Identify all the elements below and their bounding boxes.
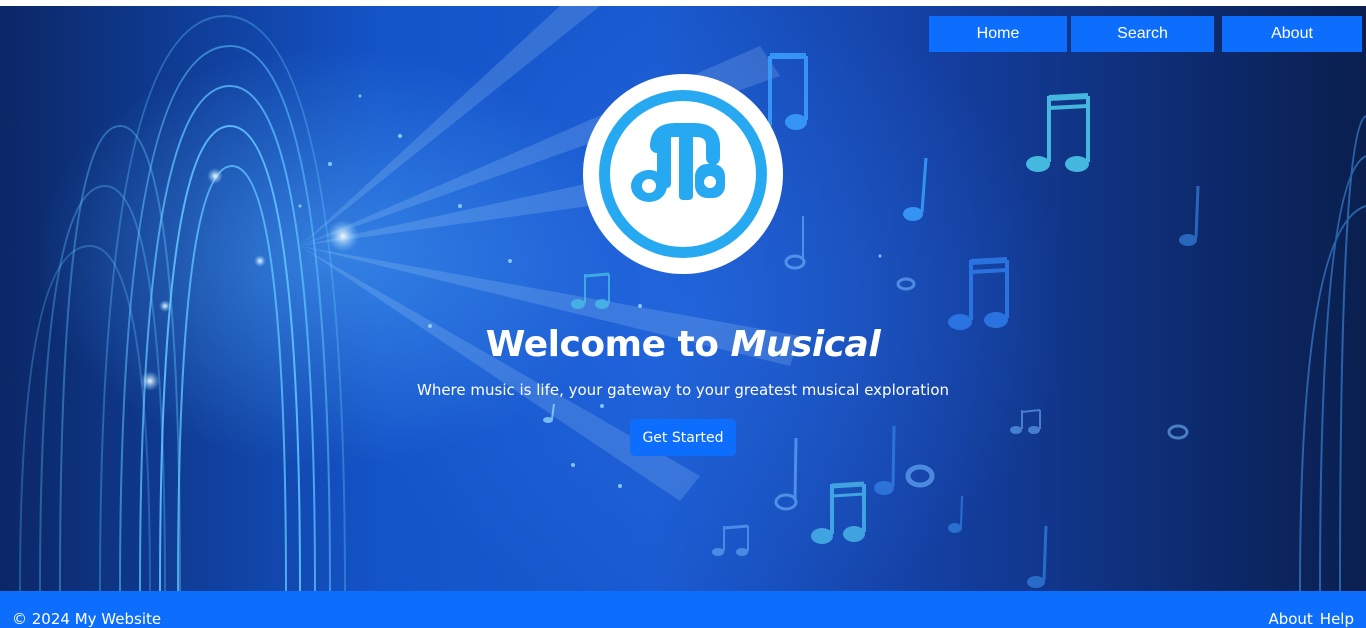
hero-subtitle: Where music is life, your gateway to you… — [416, 381, 950, 399]
page-title: Welcome to Musical — [0, 324, 1366, 365]
footer-help-link[interactable]: Help — [1320, 610, 1354, 628]
nav-about-button[interactable]: About — [1222, 16, 1362, 52]
nav-home-button[interactable]: Home — [929, 16, 1067, 52]
music-note-logo-icon — [583, 74, 783, 274]
footer-about-link[interactable]: About — [1268, 610, 1312, 628]
footer: © 2024 My Website About Help — [0, 591, 1366, 628]
footer-links: About Help — [1268, 610, 1354, 628]
get-started-button[interactable]: Get Started — [630, 419, 736, 456]
nav-search-button[interactable]: Search — [1071, 16, 1214, 52]
brand-name: Musical — [730, 324, 881, 365]
hero-section: Welcome to Musical Where music is life, … — [0, 6, 1366, 591]
footer-copyright: © 2024 My Website — [12, 610, 162, 628]
title-prefix: Welcome to — [485, 324, 731, 365]
